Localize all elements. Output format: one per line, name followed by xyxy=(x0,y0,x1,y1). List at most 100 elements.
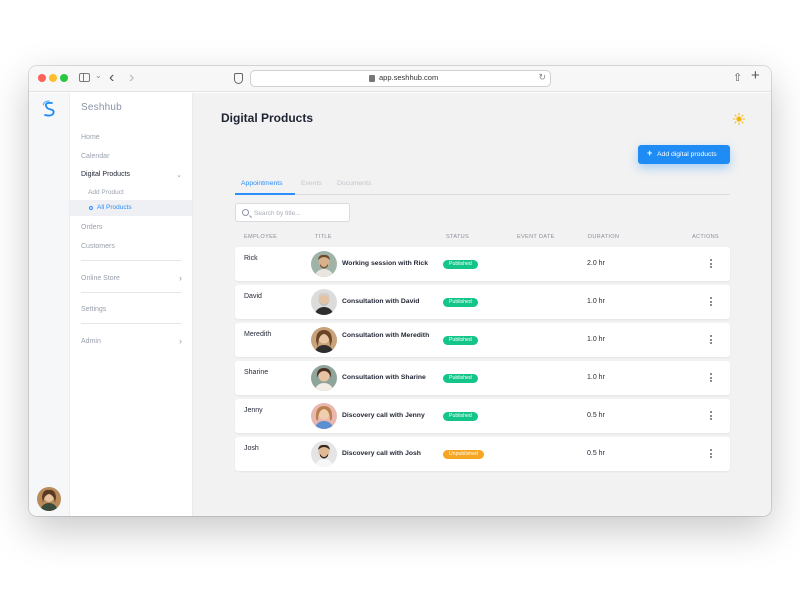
status-badge: Published xyxy=(443,412,478,421)
address-bar[interactable]: app.seshhub.com ↻ xyxy=(250,70,551,87)
status-badge: Published xyxy=(443,260,478,269)
product-thumbnail xyxy=(311,365,337,391)
table-header: EMPLOYEE TITLE STATUS EVENT DATE DURATIO… xyxy=(235,233,730,245)
more-actions-icon[interactable] xyxy=(708,334,714,346)
column-header-employee: EMPLOYEE xyxy=(244,234,278,240)
browser-window: ⌄ ‹ › app.seshhub.com ↻ ⇧ + Seshhub Home… xyxy=(29,66,771,516)
lock-icon xyxy=(369,75,375,82)
product-thumbnail xyxy=(311,327,337,353)
back-arrow-icon[interactable]: ‹ xyxy=(109,68,114,88)
more-actions-icon[interactable] xyxy=(708,448,714,460)
maximize-window-button[interactable] xyxy=(60,74,68,82)
employee-name: Meredith xyxy=(244,331,272,338)
duration-value: 0.5 hr xyxy=(587,412,605,419)
chevron-right-icon[interactable]: › xyxy=(179,273,182,283)
search-input[interactable] xyxy=(254,207,346,219)
product-thumbnail xyxy=(311,403,337,429)
table-row[interactable]: Rick Working session with Rick Published… xyxy=(235,247,730,281)
share-icon[interactable]: ⇧ xyxy=(733,71,742,84)
table-row[interactable]: David Consultation with David Published … xyxy=(235,285,730,319)
reload-icon[interactable]: ↻ xyxy=(538,72,546,83)
employee-name: Jenny xyxy=(244,407,263,414)
sidebar-item-calendar[interactable]: Calendar xyxy=(81,153,109,160)
browser-toolbar: ⌄ ‹ › app.seshhub.com ↻ ⇧ + xyxy=(29,66,771,92)
table-row[interactable]: Jenny Discovery call with Jenny Publishe… xyxy=(235,399,730,433)
tab-documents[interactable]: Documents xyxy=(337,180,371,187)
product-title[interactable]: Consultation with Sharine xyxy=(342,374,440,382)
product-title[interactable]: Consultation with Meredith xyxy=(342,332,440,340)
sidebar-divider xyxy=(81,260,182,261)
more-actions-icon[interactable] xyxy=(708,410,714,422)
table-row[interactable]: Meredith Consultation with Meredith Publ… xyxy=(235,323,730,357)
column-header-title: TITLE xyxy=(315,234,332,240)
minimize-window-button[interactable] xyxy=(49,74,57,82)
user-avatar[interactable] xyxy=(37,487,61,511)
sidebar-subitem-add-product[interactable]: Add Product xyxy=(88,189,124,196)
new-tab-icon[interactable]: + xyxy=(751,67,760,84)
add-button-label: Add digital products xyxy=(657,151,717,158)
tab-appointments[interactable]: Appointments xyxy=(241,180,283,187)
sidebar-subitem-all-products[interactable]: All Products xyxy=(70,200,192,216)
employee-name: Josh xyxy=(244,445,259,452)
sidebar-divider xyxy=(81,323,182,324)
status-badge: Published xyxy=(443,336,478,345)
search-field[interactable] xyxy=(235,203,350,222)
product-thumbnail xyxy=(311,441,337,467)
column-header-duration: DURATION xyxy=(588,234,620,240)
product-title[interactable]: Discovery call with Josh xyxy=(342,450,440,458)
status-badge: Published xyxy=(443,298,478,307)
sidebar-item-digital-products[interactable]: Digital Products xyxy=(81,171,130,178)
chevron-down-icon[interactable]: ⌄ xyxy=(95,71,102,80)
tab-events[interactable]: Events xyxy=(301,180,322,187)
main-content: Digital Products + Add digital products … xyxy=(193,93,771,516)
sidebar-item-online-store[interactable]: Online Store xyxy=(81,275,120,282)
sidebar-item-orders[interactable]: Orders xyxy=(81,224,102,231)
column-header-actions: ACTIONS xyxy=(692,234,719,240)
product-thumbnail xyxy=(311,289,337,315)
tab-bar: Appointments Events Documents xyxy=(235,177,730,195)
table-row[interactable]: Josh Discovery call with Josh Unpublishe… xyxy=(235,437,730,471)
column-header-event-date: EVENT DATE xyxy=(517,234,555,240)
duration-value: 2.0 hr xyxy=(587,260,605,267)
close-window-button[interactable] xyxy=(38,74,46,82)
more-actions-icon[interactable] xyxy=(708,258,714,270)
sidebar-item-settings[interactable]: Settings xyxy=(81,306,106,313)
duration-value: 1.0 hr xyxy=(587,298,605,305)
sidebar-item-customers[interactable]: Customers xyxy=(81,243,115,250)
employee-name: Rick xyxy=(244,255,258,262)
shield-icon[interactable] xyxy=(234,73,243,84)
table-row[interactable]: Sharine Consultation with Sharine Publis… xyxy=(235,361,730,395)
column-header-status: STATUS xyxy=(446,234,470,240)
employee-name: David xyxy=(244,293,262,300)
sidebar-subitem-label: All Products xyxy=(97,204,132,211)
chevron-right-icon[interactable]: › xyxy=(179,336,182,346)
forward-arrow-icon[interactable]: › xyxy=(129,68,134,88)
duration-value: 0.5 hr xyxy=(587,450,605,457)
product-title[interactable]: Consultation with David xyxy=(342,298,440,306)
status-badge: Published xyxy=(443,374,478,383)
seshhub-logo-icon[interactable] xyxy=(40,100,58,118)
plus-icon: + xyxy=(647,148,653,158)
more-actions-icon[interactable] xyxy=(708,296,714,308)
sidebar: Seshhub Home Calendar Digital Products ⌄… xyxy=(70,93,193,516)
product-title[interactable]: Discovery call with Jenny xyxy=(342,412,440,420)
add-digital-products-button[interactable]: + Add digital products xyxy=(638,145,730,164)
duration-value: 1.0 hr xyxy=(587,374,605,381)
url-text: app.seshhub.com xyxy=(379,73,439,82)
duration-value: 1.0 hr xyxy=(587,336,605,343)
sidebar-item-admin[interactable]: Admin xyxy=(81,338,101,345)
product-thumbnail xyxy=(311,251,337,277)
page-title: Digital Products xyxy=(221,111,314,125)
sidebar-toggle-icon[interactable] xyxy=(79,73,90,82)
product-title[interactable]: Working session with Rick xyxy=(342,260,440,268)
status-badge: Unpublished xyxy=(443,450,484,459)
more-actions-icon[interactable] xyxy=(708,372,714,384)
chevron-down-icon[interactable]: ⌄ xyxy=(176,171,182,179)
active-tab-indicator xyxy=(235,193,295,195)
brand-name: Seshhub xyxy=(81,102,122,113)
search-icon xyxy=(242,209,249,216)
icon-rail xyxy=(29,93,70,516)
sun-icon[interactable] xyxy=(733,113,745,125)
sidebar-divider xyxy=(81,292,182,293)
sidebar-item-home[interactable]: Home xyxy=(81,134,100,141)
